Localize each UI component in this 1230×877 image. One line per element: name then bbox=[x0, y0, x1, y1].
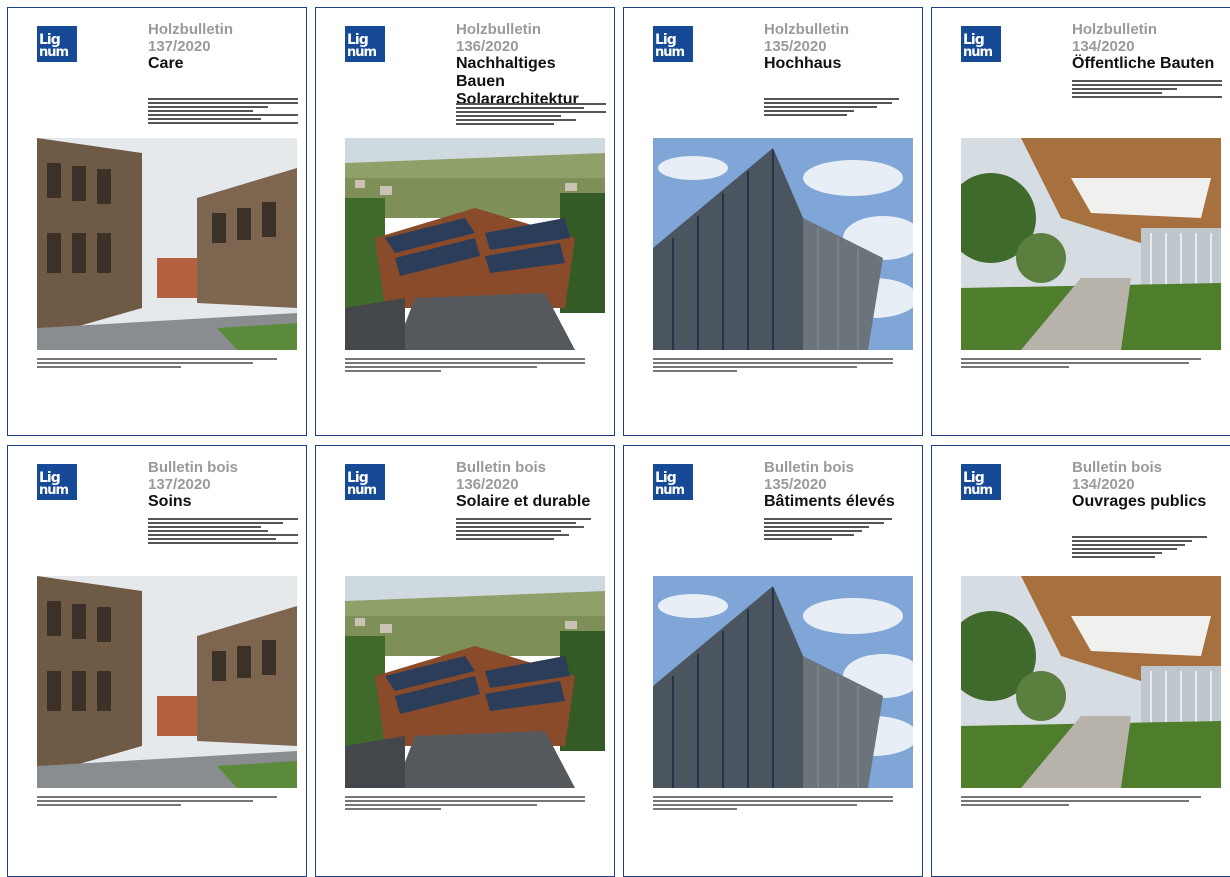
cover-photo-canopy bbox=[961, 138, 1221, 350]
contributor-list bbox=[148, 98, 298, 126]
cover-card[interactable]: Lig num Holzbulletin 135/2020 Hochhaus bbox=[623, 7, 923, 436]
cover-series: Bulletin bois bbox=[148, 459, 238, 476]
cover-issue: 134/2020 bbox=[1072, 38, 1135, 55]
cover-issue: 137/2020 bbox=[148, 476, 211, 493]
cover-issue: 135/2020 bbox=[764, 476, 827, 493]
lignum-logo: Lig num bbox=[37, 26, 77, 62]
cover-card[interactable]: Lig num Bulletin bois 136/2020 Solaire et… bbox=[315, 445, 615, 877]
cover-photo-tower bbox=[653, 576, 913, 788]
lignum-logo: Lig num bbox=[961, 26, 1001, 62]
cover-series: Holzbulletin bbox=[1072, 21, 1157, 38]
cover-caption bbox=[653, 796, 893, 812]
cover-title: Öffentliche Bauten bbox=[1072, 55, 1215, 72]
lignum-logo: Lig num bbox=[345, 464, 385, 500]
cover-photo-solar-roof bbox=[345, 576, 605, 788]
contributor-list bbox=[148, 518, 298, 546]
cover-card[interactable]: Lig num Holzbulletin 134/2020 Öffentliche… bbox=[931, 7, 1230, 436]
cover-card[interactable]: Lig num Bulletin bois 134/2020 Ouvrages p… bbox=[931, 445, 1230, 877]
cover-title: Solaire et durable bbox=[456, 493, 591, 510]
cover-caption bbox=[961, 796, 1201, 808]
cover-series: Holzbulletin bbox=[456, 21, 541, 38]
cover-issue: 136/2020 bbox=[456, 476, 519, 493]
cover-photo-tower bbox=[653, 138, 913, 350]
cover-series: Bulletin bois bbox=[456, 459, 546, 476]
cover-series: Bulletin bois bbox=[764, 459, 854, 476]
cover-series: Holzbulletin bbox=[148, 21, 233, 38]
cover-series: Bulletin bois bbox=[1072, 459, 1162, 476]
contributor-list bbox=[1072, 80, 1222, 100]
cover-issue: 137/2020 bbox=[148, 38, 211, 55]
lignum-logo: Lig num bbox=[653, 464, 693, 500]
lignum-logo: Lig num bbox=[37, 464, 77, 500]
cover-series: Holzbulletin bbox=[764, 21, 849, 38]
cover-caption bbox=[345, 796, 585, 812]
cover-card[interactable]: Lig num Bulletin bois 137/2020 Soins bbox=[7, 445, 307, 877]
cover-card[interactable]: Lig num Holzbulletin 136/2020 Nachhaltige… bbox=[315, 7, 615, 436]
cover-issue: 136/2020 bbox=[456, 38, 519, 55]
cover-caption bbox=[961, 358, 1201, 370]
contributor-list bbox=[456, 518, 606, 542]
cover-title: Soins bbox=[148, 493, 192, 510]
contributor-list bbox=[764, 518, 914, 542]
cover-issue: 135/2020 bbox=[764, 38, 827, 55]
contributor-list bbox=[764, 98, 914, 118]
cover-photo-care-home bbox=[37, 576, 297, 788]
lignum-logo: Lig num bbox=[653, 26, 693, 62]
cover-title: Hochhaus bbox=[764, 55, 842, 72]
cover-grid: Lig num Holzbulletin 137/2020 Care Lig num… bbox=[0, 0, 1230, 877]
cover-title: Care bbox=[148, 55, 184, 72]
contributor-list bbox=[1072, 536, 1222, 560]
cover-card[interactable]: Lig num Holzbulletin 137/2020 Care bbox=[7, 7, 307, 436]
cover-photo-canopy bbox=[961, 576, 1221, 788]
contributor-list bbox=[456, 103, 606, 127]
lignum-logo: Lig num bbox=[345, 26, 385, 62]
cover-title: Bâtiments élevés bbox=[764, 493, 895, 510]
cover-caption bbox=[37, 358, 277, 370]
cover-card[interactable]: Lig num Bulletin bois 135/2020 Bâtiments … bbox=[623, 445, 923, 877]
cover-issue: 134/2020 bbox=[1072, 476, 1135, 493]
cover-title: Ouvrages publics bbox=[1072, 493, 1207, 510]
cover-caption bbox=[653, 358, 893, 374]
cover-caption bbox=[345, 358, 585, 374]
cover-title: Nachhaltiges Bauen Solararchitektur bbox=[456, 55, 579, 108]
lignum-logo: Lig num bbox=[961, 464, 1001, 500]
cover-caption bbox=[37, 796, 277, 808]
cover-photo-care-home bbox=[37, 138, 297, 350]
cover-photo-solar-roof bbox=[345, 138, 605, 350]
